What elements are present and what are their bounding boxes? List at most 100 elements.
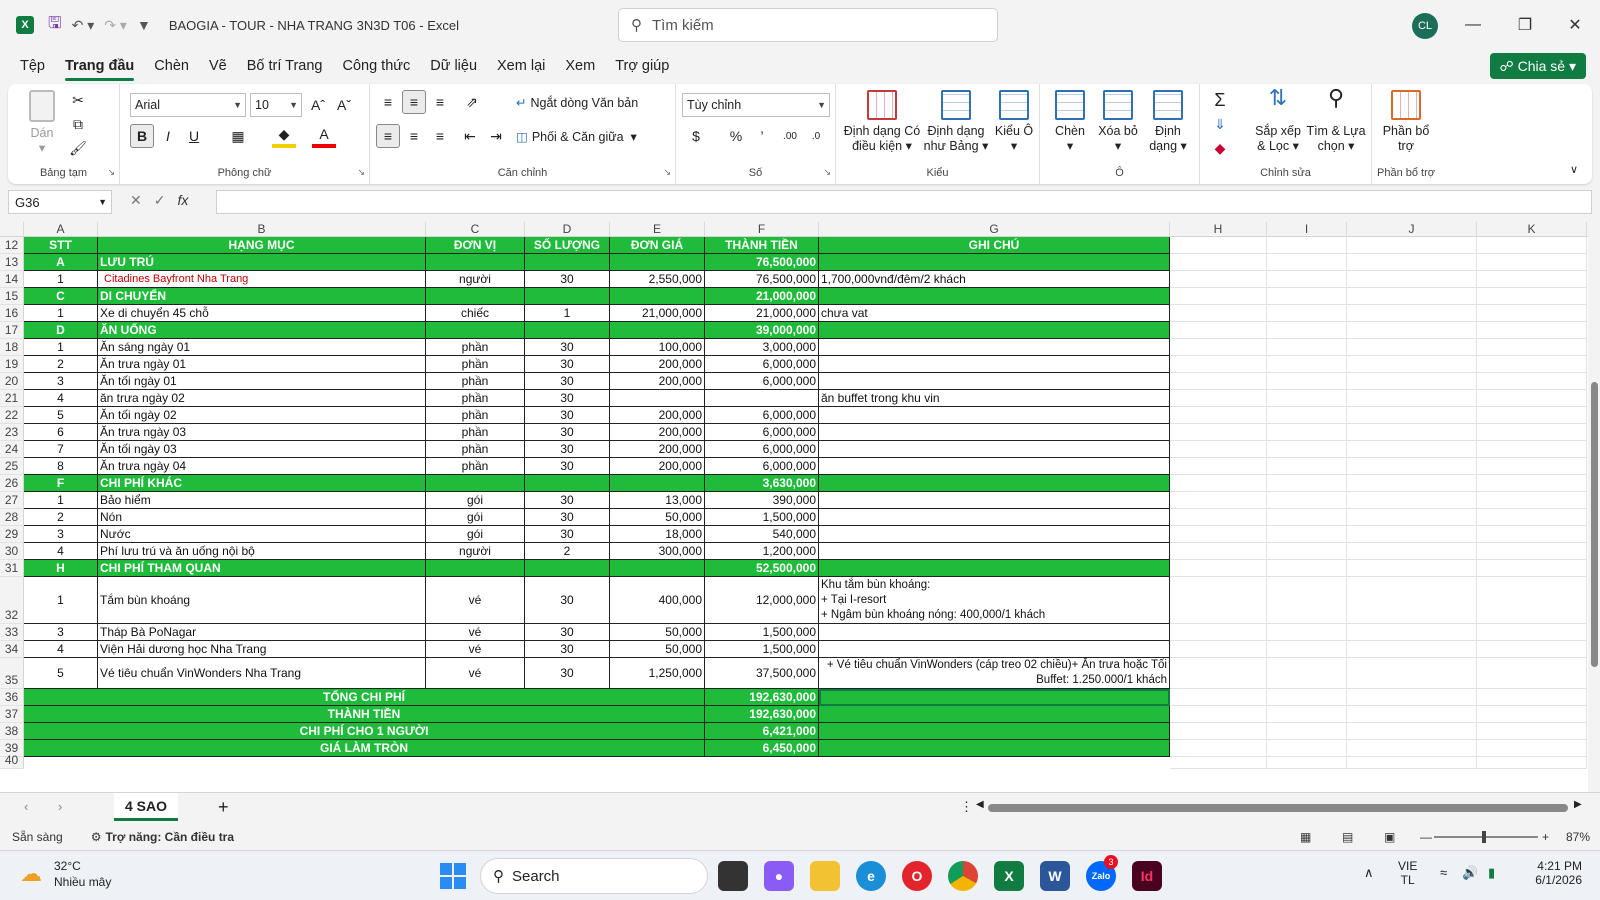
redo-icon[interactable]: ↷ ▾ xyxy=(104,17,127,34)
cell-a[interactable]: 2 xyxy=(24,509,98,526)
summary-value[interactable]: 6,421,000 xyxy=(705,723,819,740)
cell-g[interactable]: chưa vat xyxy=(819,305,1170,322)
file-explorer-icon[interactable] xyxy=(810,861,840,891)
row-header[interactable]: 29 xyxy=(0,526,24,543)
align-top-icon[interactable]: ≡ xyxy=(376,90,400,114)
cell-g[interactable] xyxy=(819,560,1170,577)
column-header-d[interactable]: D xyxy=(525,222,610,237)
cell-styles-button[interactable]: Kiểu Ô ▾ xyxy=(994,90,1034,154)
cell-g[interactable] xyxy=(819,254,1170,271)
battery-icon[interactable]: ▮ xyxy=(1488,865,1495,881)
cell-b[interactable]: Ăn trưa ngày 03 xyxy=(98,424,426,441)
cell-b[interactable]: DI CHUYỂN xyxy=(98,288,426,305)
column-header-h[interactable]: H xyxy=(1170,222,1267,237)
cell-f[interactable]: 6,000,000 xyxy=(705,407,819,424)
currency-icon[interactable]: $ xyxy=(684,124,708,148)
cell-b[interactable]: Bảo hiểm xyxy=(98,492,426,509)
cell-d[interactable]: 30 xyxy=(525,441,610,458)
zoom-level[interactable]: 87% xyxy=(1566,830,1590,844)
cell-f[interactable]: 21,000,000 xyxy=(705,305,819,322)
wifi-icon[interactable]: ≈ xyxy=(1440,865,1447,880)
cell-j[interactable] xyxy=(1347,288,1477,305)
cell-j[interactable] xyxy=(1347,237,1477,254)
cell-k[interactable] xyxy=(1477,271,1587,288)
clock[interactable]: 4:21 PM 6/1/2026 xyxy=(1520,859,1582,887)
cell-g[interactable] xyxy=(819,689,1170,706)
decrease-indent-icon[interactable]: ⇤ xyxy=(458,124,482,148)
bold-button[interactable]: B xyxy=(130,124,154,148)
cell-i[interactable] xyxy=(1267,492,1347,509)
cell-h[interactable] xyxy=(1170,305,1267,322)
cell-c[interactable] xyxy=(426,288,525,305)
cell-h[interactable] xyxy=(1170,658,1267,689)
cell-j[interactable] xyxy=(1347,458,1477,475)
cell-k[interactable] xyxy=(1477,322,1587,339)
cell-a[interactable]: 3 xyxy=(24,624,98,641)
row-header[interactable]: 25 xyxy=(0,458,24,475)
cell-i[interactable] xyxy=(1267,237,1347,254)
cell-d[interactable]: 30 xyxy=(525,624,610,641)
row-header[interactable]: 35 xyxy=(0,658,24,689)
cell-f[interactable]: 39,000,000 xyxy=(705,322,819,339)
cell-b[interactable]: CHI PHÍ THAM QUAN xyxy=(98,560,426,577)
cell-h[interactable] xyxy=(1170,271,1267,288)
cell-e[interactable]: 18,000 xyxy=(610,526,705,543)
cell-h[interactable] xyxy=(1170,723,1267,740)
cell-e[interactable]: 1,250,000 xyxy=(610,658,705,689)
tab-help[interactable]: Trợ giúp xyxy=(615,54,669,78)
vertical-scrollbar[interactable] xyxy=(1588,222,1600,792)
tab-page-layout[interactable]: Bố trí Trang xyxy=(247,54,323,78)
search-input[interactable]: ⚲ Tìm kiếm xyxy=(618,8,998,42)
cell-d[interactable]: 30 xyxy=(525,407,610,424)
column-header-j[interactable]: J xyxy=(1347,222,1477,237)
cell-c[interactable]: gói xyxy=(426,509,525,526)
cell-f[interactable] xyxy=(705,390,819,407)
cell-h[interactable] xyxy=(1170,577,1267,624)
comma-icon[interactable]: ’ xyxy=(750,124,774,148)
cell-k[interactable] xyxy=(1477,757,1587,769)
row-header[interactable]: 30 xyxy=(0,543,24,560)
more-options-icon[interactable]: ⋮ xyxy=(960,799,973,815)
cell-c[interactable] xyxy=(426,560,525,577)
wrap-text-button[interactable]: ↵ Ngắt dòng Văn bản xyxy=(516,95,638,111)
cell-h[interactable] xyxy=(1170,624,1267,641)
conditional-formatting-button[interactable]: Định dạng Có điều kiện ▾ xyxy=(840,90,924,154)
row-header[interactable]: 18 xyxy=(0,339,24,356)
cell-f[interactable]: 21,000,000 xyxy=(705,288,819,305)
cell-g[interactable]: + Vé tiêu chuẩn VinWonders (cáp treo 02 … xyxy=(819,658,1170,689)
cell-j[interactable] xyxy=(1347,740,1477,757)
paste-button[interactable]: Dán ▾ xyxy=(22,90,62,156)
cell-g[interactable]: Khu tắm bùn khoáng: + Tại I-resort + Ngâ… xyxy=(819,577,1170,624)
cell-k[interactable] xyxy=(1477,560,1587,577)
cell-d[interactable] xyxy=(525,288,610,305)
cell-j[interactable] xyxy=(1347,339,1477,356)
cell-b[interactable]: Ăn trưa ngày 01 xyxy=(98,356,426,373)
cell-e[interactable]: 100,000 xyxy=(610,339,705,356)
cell-d[interactable]: 30 xyxy=(525,658,610,689)
cell-i[interactable] xyxy=(1267,254,1347,271)
cell-j[interactable] xyxy=(1347,356,1477,373)
cell-c[interactable]: phần xyxy=(426,339,525,356)
cell-i[interactable] xyxy=(1267,689,1347,706)
cell-f[interactable]: 1,500,000 xyxy=(705,509,819,526)
column-header-a[interactable]: A xyxy=(24,222,98,237)
cell-j[interactable] xyxy=(1347,424,1477,441)
cell-f[interactable]: 3,630,000 xyxy=(705,475,819,492)
windows-start-icon[interactable] xyxy=(440,863,466,889)
cell-i[interactable] xyxy=(1267,356,1347,373)
cell-e[interactable]: 2,550,000 xyxy=(610,271,705,288)
align-bottom-icon[interactable]: ≡ xyxy=(428,90,452,114)
font-color-icon[interactable]: A xyxy=(312,124,336,148)
page-layout-view-icon[interactable]: ▤ xyxy=(1342,830,1353,844)
insert-cells-button[interactable]: Chèn ▾ xyxy=(1048,90,1092,154)
cell-j[interactable] xyxy=(1347,689,1477,706)
cell-i[interactable] xyxy=(1267,424,1347,441)
borders-icon[interactable]: ▦ xyxy=(226,124,250,148)
cell-i[interactable] xyxy=(1267,441,1347,458)
cell-j[interactable] xyxy=(1347,373,1477,390)
cell-k[interactable] xyxy=(1477,526,1587,543)
column-header-e[interactable]: E xyxy=(610,222,705,237)
row-header[interactable]: 20 xyxy=(0,373,24,390)
cell-e[interactable]: ĐƠN GIÁ xyxy=(610,237,705,254)
font-name-select[interactable]: Arial ▼ xyxy=(130,93,246,117)
